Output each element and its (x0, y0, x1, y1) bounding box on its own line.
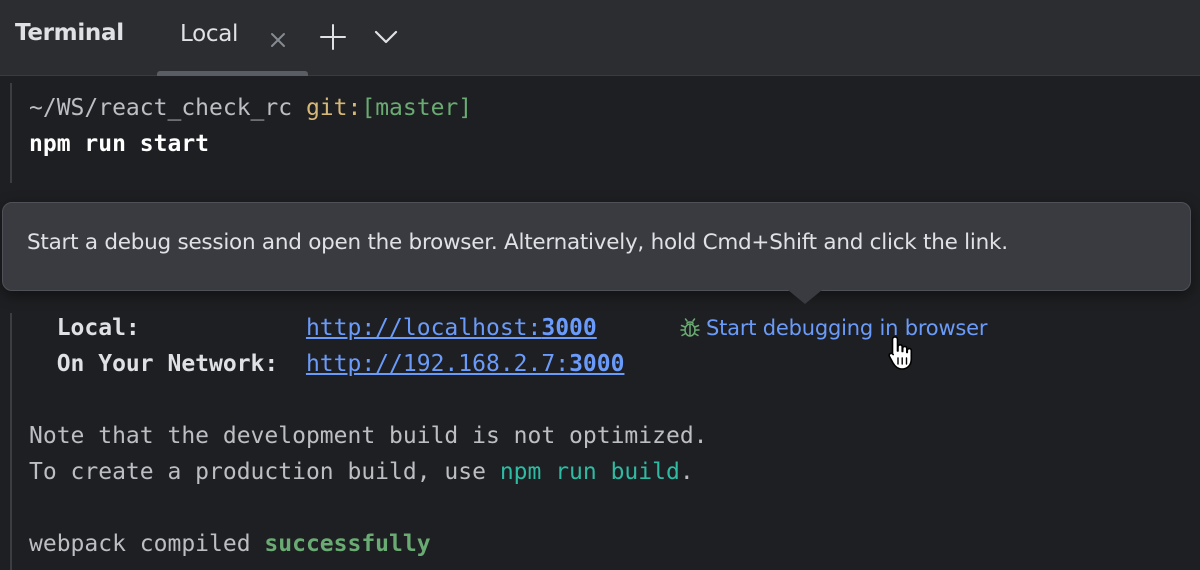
command-block-gutter (10, 83, 12, 183)
terminal-output[interactable]: ~/WS/react_check_rc git:[master] npm run… (0, 77, 1200, 570)
production-prefix: To create a production build, use (29, 459, 500, 485)
network-url-host: http://192.168.2.7: (305, 351, 570, 377)
plus-icon[interactable] (318, 22, 348, 52)
command-block-gutter (10, 313, 12, 570)
webpack-status-line: webpack compiled successfully (29, 529, 431, 559)
network-label: On Your Network: (29, 351, 306, 377)
tooltip-arrow (788, 290, 822, 304)
webpack-status: successfully (264, 531, 431, 557)
terminal-toolwindow-header: Terminal Local (0, 0, 1200, 76)
tab-label: Local (180, 21, 239, 47)
network-url-link[interactable]: http://192.168.2.7:3000 (306, 351, 625, 377)
production-command: npm run build (499, 459, 680, 485)
start-debugging-link[interactable]: Start debugging in browser (678, 313, 988, 343)
network-url-line: On Your Network: http://192.168.2.7:3000 (29, 349, 625, 379)
hand-pointer-cursor (886, 334, 918, 372)
command-line: npm run start (29, 131, 210, 157)
prompt-git-label: git: (305, 95, 362, 121)
start-debugging-label: Start debugging in browser (706, 316, 988, 340)
local-label: Local: (29, 315, 306, 341)
active-tab-indicator (157, 71, 308, 76)
chevron-down-icon[interactable] (373, 26, 399, 48)
prompt-git-branch: [master] (361, 95, 473, 121)
tab-local[interactable]: Local (157, 0, 308, 76)
prompt-line: ~/WS/react_check_rc git:[master] (29, 93, 472, 123)
production-suffix: . (679, 459, 694, 485)
prompt-cwd: ~/WS/react_check_rc (29, 95, 306, 121)
local-url-link[interactable]: http://localhost:3000 (306, 315, 597, 341)
tooltip-text: Start a debug session and open the brows… (27, 230, 1008, 255)
toolwindow-title: Terminal (15, 20, 124, 46)
debug-tooltip: Start a debug session and open the brows… (2, 202, 1191, 291)
local-url-line: Local: http://localhost:3000 (29, 313, 597, 343)
network-url-port: 3000 (569, 351, 625, 377)
webpack-prefix: webpack compiled (29, 531, 265, 557)
local-url-port: 3000 (541, 315, 597, 341)
bug-icon (678, 316, 702, 340)
note-line: Note that the development build is not o… (29, 423, 708, 449)
close-icon[interactable] (266, 28, 290, 52)
production-build-line: To create a production build, use npm ru… (29, 457, 694, 487)
local-url-host: http://localhost: (305, 315, 542, 341)
